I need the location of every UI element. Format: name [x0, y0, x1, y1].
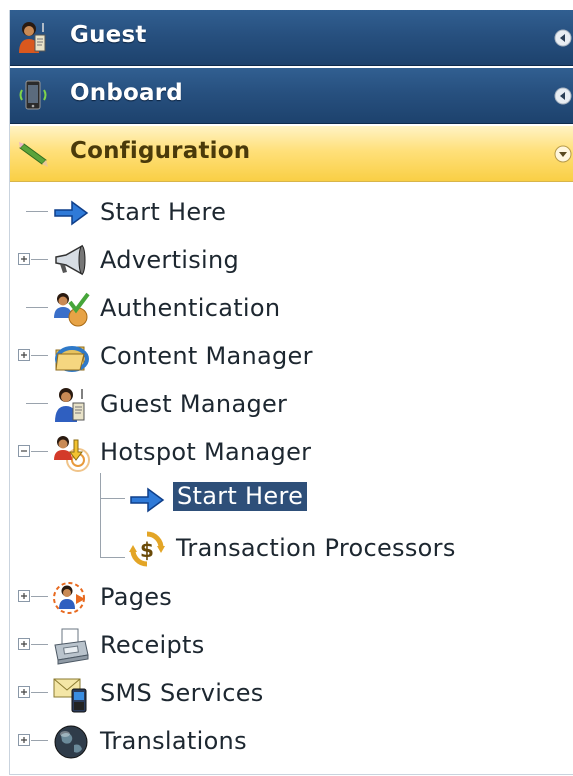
tree-item-label: Authentication — [100, 294, 281, 322]
dollar-cycle-icon: $ — [129, 531, 165, 567]
configuration-tree: Start Here Advertising Authentication Co… — [10, 180, 573, 770]
collapsed-arrow-icon[interactable] — [554, 29, 572, 47]
tree-item-receipts[interactable]: Receipts — [10, 625, 270, 665]
blue-arrow-icon — [54, 200, 89, 226]
expanded-arrow-icon[interactable] — [554, 145, 572, 163]
tree-item-hotspot-start-here[interactable]: Start Here — [10, 479, 340, 519]
tree-item-hotspot-manager[interactable]: Hotspot Manager — [10, 432, 350, 472]
configuration-section-label: Configuration — [70, 138, 251, 164]
onboard-section-label: Onboard — [70, 80, 183, 106]
guest-section-label: Guest — [70, 22, 147, 48]
tree-item-label: Transaction Processors — [176, 534, 456, 562]
onboard-section-header[interactable]: Onboard — [10, 68, 573, 124]
tree-item-label-selected: Start Here — [173, 482, 308, 511]
tree-item-label: Content Manager — [100, 342, 313, 370]
folder-globe-icon — [55, 346, 89, 372]
tree-item-content-manager[interactable]: Content Manager — [10, 336, 350, 376]
tree-item-pages[interactable]: Pages — [10, 577, 270, 617]
pencil-icon — [19, 142, 48, 167]
tree-item-label: Pages — [100, 583, 173, 611]
megaphone-icon — [55, 244, 86, 276]
configuration-section-header[interactable]: Configuration — [10, 126, 573, 182]
tree-item-label: Receipts — [100, 631, 205, 659]
printer-icon — [54, 628, 89, 665]
tree-item-authentication[interactable]: Authentication — [10, 288, 340, 328]
guest-section-header[interactable]: Guest — [10, 10, 573, 66]
tree-item-label: Hotspot Manager — [100, 438, 312, 466]
tree-item-transaction-processors[interactable]: $ Transaction Processors — [10, 528, 510, 568]
sms-phone-icon — [53, 678, 87, 713]
user-redirect-icon — [53, 582, 85, 614]
hotspot-user-icon — [54, 436, 90, 472]
mobile-device-icon — [19, 80, 47, 110]
tree-item-label: SMS Services — [100, 679, 264, 707]
tree-item-label: Translations — [100, 727, 247, 755]
tree-item-advertising[interactable]: Advertising — [10, 240, 310, 280]
tree-item-translations[interactable]: Translations — [10, 721, 310, 761]
blue-arrow-icon — [130, 487, 165, 513]
navigation-panel: Guest Onboard Configuration Start Here A… — [9, 10, 573, 775]
user-check-icon — [54, 292, 90, 327]
collapsed-arrow-icon[interactable] — [554, 87, 572, 105]
guest-user-icon — [19, 22, 46, 53]
tree-item-guest-manager[interactable]: Guest Manager — [10, 384, 330, 424]
guest-user-icon — [55, 388, 85, 422]
tree-item-label: Guest Manager — [100, 390, 288, 418]
tree-item-sms-services[interactable]: SMS Services — [10, 673, 310, 713]
tree-item-label: Start Here — [100, 198, 227, 226]
tree-item-label: Advertising — [100, 246, 240, 274]
globe-icon — [54, 725, 88, 759]
tree-item-start-here[interactable]: Start Here — [10, 192, 310, 232]
svg-text:$: $ — [140, 538, 154, 562]
